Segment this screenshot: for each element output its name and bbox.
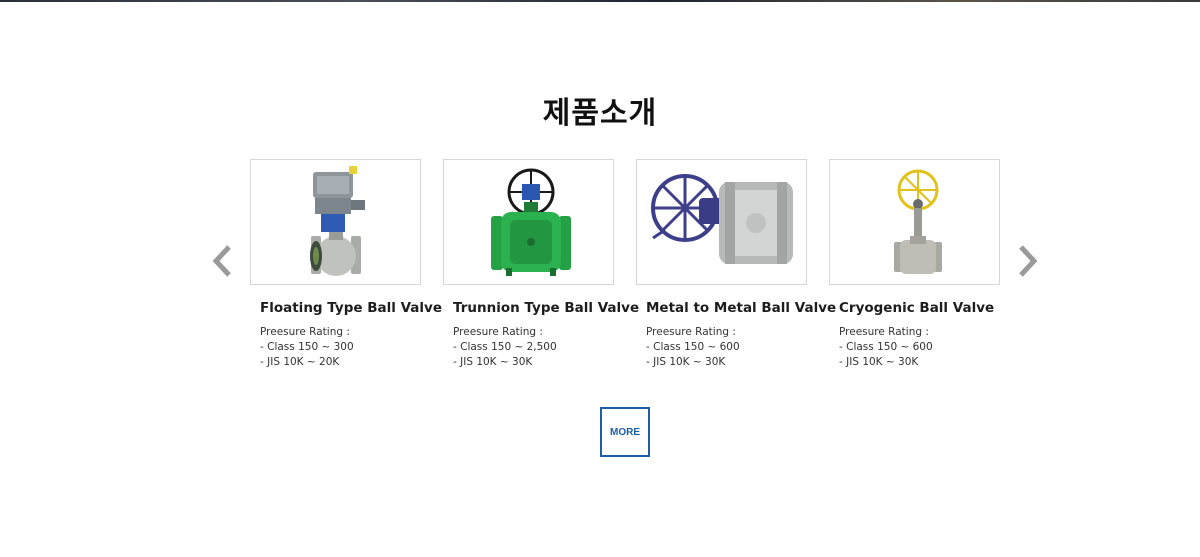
product-image-trunnion-ball-valve[interactable]: [443, 159, 614, 285]
product-card[interactable]: Metal to Metal Ball Valve Preesure Ratin…: [636, 159, 836, 370]
product-image-metal-ball-valve[interactable]: [636, 159, 807, 285]
product-card[interactable]: Cryogenic Ball Valve Preesure Rating : -…: [829, 159, 1000, 370]
product-name[interactable]: Trunnion Type Ball Valve: [453, 299, 639, 317]
spec-line: - JIS 10K ~ 30K: [646, 356, 726, 368]
product-name[interactable]: Floating Type Ball Valve: [260, 299, 442, 317]
spec-line: - Class 150 ~ 300: [260, 341, 354, 353]
spec-heading: Preesure Rating :: [260, 326, 350, 338]
spec-line: - Class 150 ~ 600: [646, 341, 740, 353]
spec-line: - JIS 10K ~ 30K: [453, 356, 533, 368]
product-card[interactable]: Floating Type Ball Valve Preesure Rating…: [250, 159, 442, 370]
carousel-prev-button[interactable]: [208, 243, 236, 279]
spec-heading: Preesure Rating :: [839, 326, 929, 338]
spec-heading: Preesure Rating :: [646, 326, 736, 338]
product-spec: Preesure Rating : - Class 150 ~ 2,500 - …: [453, 325, 614, 370]
spec-line: - Class 150 ~ 600: [839, 341, 933, 353]
product-spec: Preesure Rating : - Class 150 ~ 600 - JI…: [839, 325, 1000, 370]
product-spec: Preesure Rating : - Class 150 ~ 600 - JI…: [646, 325, 807, 370]
section-title: 제품소개: [542, 96, 658, 131]
spec-line: - JIS 10K ~ 20K: [260, 356, 340, 368]
spec-heading: Preesure Rating :: [453, 326, 543, 338]
carousel-next-button[interactable]: [1014, 243, 1042, 279]
spec-line: - JIS 10K ~ 30K: [839, 356, 919, 368]
more-button[interactable]: MORE: [600, 407, 650, 457]
top-header-strip: [0, 0, 1200, 2]
product-image-cryogenic-ball-valve[interactable]: [829, 159, 1000, 285]
product-card[interactable]: Trunnion Type Ball Valve Preesure Rating…: [443, 159, 639, 370]
chevron-left-icon: [212, 245, 231, 277]
product-image-floating-ball-valve[interactable]: [250, 159, 421, 285]
product-spec: Preesure Rating : - Class 150 ~ 300 - JI…: [260, 325, 421, 370]
chevron-right-icon: [1019, 245, 1038, 277]
product-name[interactable]: Cryogenic Ball Valve: [839, 299, 1000, 317]
spec-line: - Class 150 ~ 2,500: [453, 341, 557, 353]
product-name[interactable]: Metal to Metal Ball Valve: [646, 299, 836, 317]
